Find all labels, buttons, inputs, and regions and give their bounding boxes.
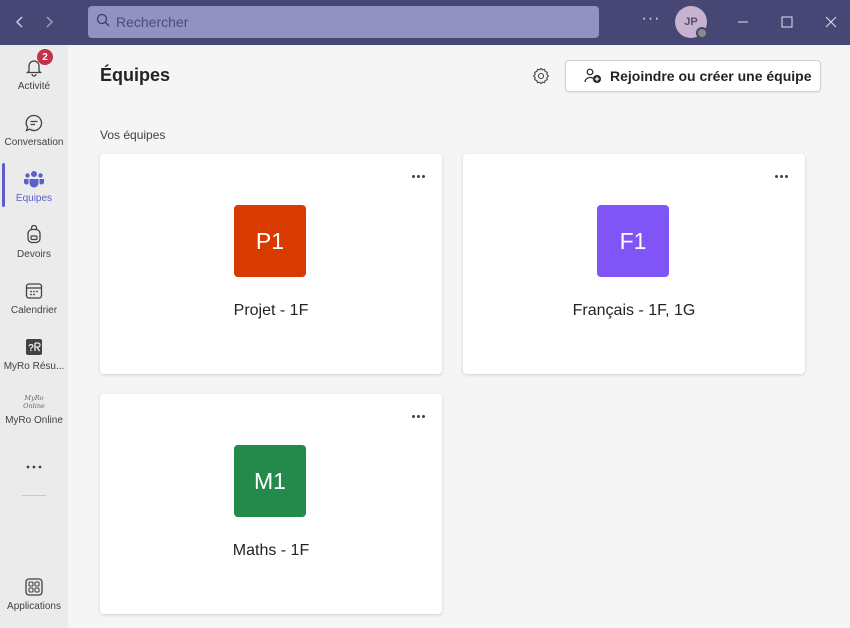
team-more-options-icon[interactable] [408, 408, 428, 424]
team-name: Maths - 1F [232, 542, 310, 559]
rail-divider [22, 495, 46, 496]
rail-item-label: Activité [17, 81, 51, 92]
add-people-icon [584, 68, 602, 84]
gear-icon[interactable] [530, 65, 552, 87]
avatar[interactable]: JP [675, 6, 708, 39]
team-more-options-icon[interactable] [408, 168, 428, 184]
rail-item-activity[interactable]: 2 Activité [0, 45, 68, 101]
page-title: Équipes [100, 65, 171, 85]
team-initials: P1 [255, 227, 285, 254]
team-card[interactable]: M1 Maths - 1F [100, 394, 442, 614]
close-icon[interactable] [820, 11, 842, 33]
team-avatar-tile: F1 [597, 205, 669, 277]
team-avatar-tile: P1 [234, 205, 306, 277]
forward-arrow-icon[interactable] [38, 11, 60, 33]
rail-item-label: Applications [7, 601, 61, 612]
rail-item-myro-resume[interactable]: ? MyRo Résu... [0, 325, 68, 381]
rail-item-assignments[interactable]: Devoirs [0, 213, 68, 269]
app-rail: 2 Activité Conversation Équipes Devoirs … [0, 45, 68, 628]
chat-icon [24, 111, 44, 135]
team-initials: M1 [254, 467, 286, 494]
apps-grid-icon [24, 575, 44, 599]
join-button-label: Rejoindre ou créer une équipe [610, 68, 812, 84]
avatar-initials: JP [684, 16, 698, 28]
rail-item-label: Devoirs [17, 249, 51, 260]
more-horizontal-icon [24, 455, 44, 479]
svg-text:?: ? [28, 343, 34, 354]
myro-resume-icon: ? [24, 335, 44, 359]
rail-item-label: Conversation [4, 137, 64, 148]
rail-item-label: Équipes [15, 193, 53, 204]
join-or-create-team-button[interactable]: Rejoindre ou créer une équipe [565, 60, 821, 92]
bell-icon: 2 [24, 49, 53, 79]
rail-item-myro-online[interactable]: MyRo Online MyRo Online [0, 381, 68, 437]
backpack-icon [24, 223, 44, 247]
rail-item-calendar[interactable]: Calendrier [0, 269, 68, 325]
minimize-icon[interactable] [732, 11, 754, 33]
search-box[interactable] [88, 6, 599, 38]
teams-icon [23, 167, 45, 191]
myro-online-logo: MyRo Online [23, 394, 45, 410]
rail-more-apps-button[interactable] [0, 447, 68, 483]
notification-badge: 2 [37, 49, 53, 65]
title-bar: ··· JP [0, 0, 850, 45]
calendar-icon [24, 279, 44, 303]
presence-status-icon [696, 27, 708, 39]
team-avatar-tile: M1 [234, 445, 306, 517]
team-card[interactable]: F1 Français - 1F, 1G [463, 154, 805, 374]
team-initials: F1 [619, 227, 647, 254]
search-icon [96, 13, 110, 32]
rail-item-label: MyRo Résu... [3, 361, 65, 372]
maximize-icon[interactable] [776, 11, 798, 33]
rail-item-teams[interactable]: Équipes [0, 157, 68, 213]
back-arrow-icon[interactable] [9, 11, 31, 33]
team-name: Projet - 1F [233, 302, 309, 319]
rail-item-conversation[interactable]: Conversation [0, 101, 68, 157]
team-name: Français - 1F, 1G [572, 302, 696, 319]
team-more-options-icon[interactable] [771, 168, 791, 184]
rail-item-applications[interactable]: Applications [0, 565, 68, 621]
rail-item-label: Calendrier [10, 305, 58, 316]
search-input[interactable] [116, 14, 586, 30]
more-options-icon[interactable]: ··· [640, 10, 662, 28]
rail-item-label: MyRo Online [5, 415, 63, 426]
team-card[interactable]: P1 Projet - 1F [100, 154, 442, 374]
section-label: Vos équipes [100, 128, 166, 142]
